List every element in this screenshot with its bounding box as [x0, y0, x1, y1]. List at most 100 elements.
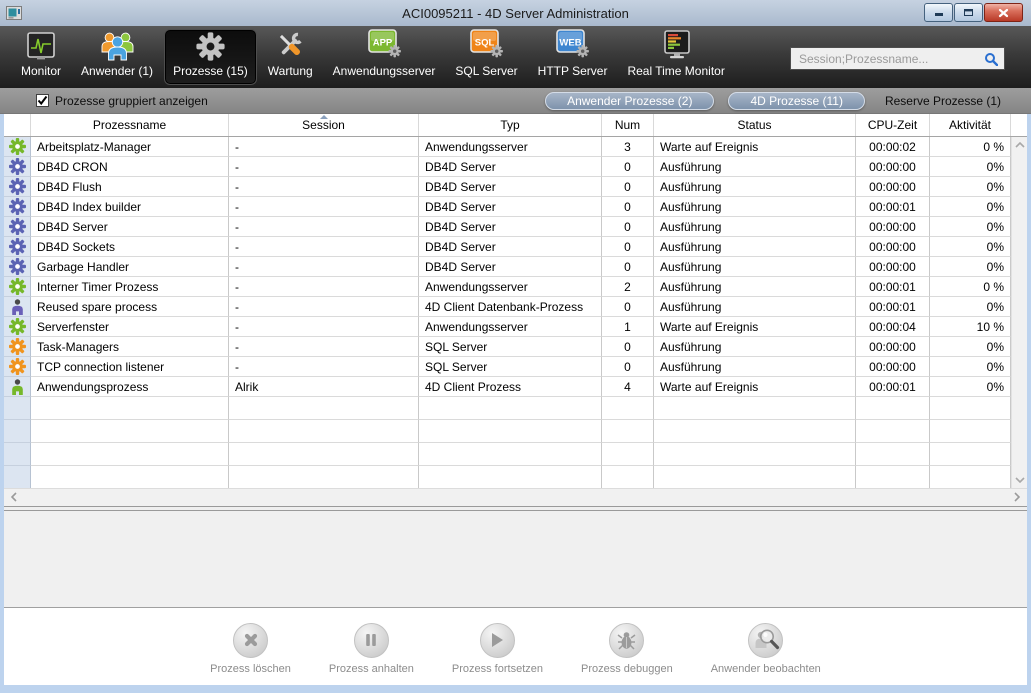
cell-empty [31, 443, 229, 466]
table-row-empty [4, 397, 1011, 420]
delete-process-icon [233, 623, 268, 658]
group-processes-checkbox[interactable]: Prozesse gruppiert anzeigen [36, 94, 208, 108]
debug-process-button[interactable]: Prozess debuggen [581, 623, 673, 675]
cell-activity: 0% [930, 217, 1011, 237]
column-header-activity[interactable]: Aktivität [930, 114, 1011, 136]
cell-activity: 0% [930, 157, 1011, 177]
cell-name: Garbage Handler [31, 257, 229, 277]
toolbar-item-label: Wartung [268, 64, 313, 78]
gear-orange-icon [9, 338, 26, 355]
table-row[interactable]: AnwendungsprozessAlrik4D Client Prozess4… [4, 377, 1011, 397]
close-button[interactable] [984, 3, 1023, 22]
process-filter-buttons: Anwender Prozesse (2)4D Prozesse (11) Re… [545, 92, 1001, 110]
table-row[interactable]: Task-Managers-SQL Server0Ausführung00:00… [4, 337, 1011, 357]
scroll-down-icon[interactable] [1015, 477, 1025, 483]
cell-cpu: 00:00:04 [856, 317, 930, 337]
search-icon[interactable] [984, 52, 998, 66]
horizontal-scrollbar[interactable] [4, 488, 1027, 506]
table-row[interactable]: DB4D Index builder-DB4D Server0Ausführun… [4, 197, 1011, 217]
window-border-right [1027, 114, 1031, 693]
cell-num: 0 [602, 157, 654, 177]
cell-type: SQL Server [419, 337, 602, 357]
gear-orange-icon [9, 358, 26, 375]
cell-activity: 0% [930, 377, 1011, 397]
pause-process-button[interactable]: Prozess anhalten [329, 623, 414, 675]
toolbar-item-wartung[interactable]: Wartung [259, 29, 322, 85]
cell-cpu: 00:00:00 [856, 157, 930, 177]
delete-process-button[interactable]: Prozess löschen [210, 623, 291, 675]
toolbar-item-anwender[interactable]: Anwender (1) [72, 29, 162, 85]
table-row[interactable]: DB4D CRON-DB4D Server0Ausführung00:00:00… [4, 157, 1011, 177]
table-row[interactable]: Garbage Handler-DB4D Server0Ausführung00… [4, 257, 1011, 277]
cell-icon [4, 177, 31, 197]
table-row[interactable]: Serverfenster-Anwendungsserver1Warte auf… [4, 317, 1011, 337]
window-controls [924, 3, 1023, 22]
cell-empty [229, 443, 419, 466]
table-row[interactable]: DB4D Sockets-DB4D Server0Ausführung00:00… [4, 237, 1011, 257]
cell-num: 0 [602, 257, 654, 277]
cell-type: SQL Server [419, 357, 602, 377]
table-row[interactable]: DB4D Server-DB4D Server0Ausführung00:00:… [4, 217, 1011, 237]
action-label: Prozess anhalten [329, 663, 414, 675]
column-header-session[interactable]: Session [229, 114, 419, 136]
scroll-right-icon[interactable] [1014, 492, 1020, 502]
cell-icon [4, 157, 31, 177]
cell-name: DB4D Sockets [31, 237, 229, 257]
cell-empty [229, 466, 419, 488]
toolbar-item-http-server[interactable]: WEBHTTP Server [529, 29, 617, 85]
group-processes-label: Prozesse gruppiert anzeigen [55, 94, 208, 108]
column-header-num[interactable]: Num [602, 114, 654, 136]
cell-empty [419, 466, 602, 488]
column-header-name[interactable]: Prozessname [31, 114, 229, 136]
toolbar-item-anwendungsserver[interactable]: APPAnwendungsserver [324, 29, 445, 85]
toolbar-item-real-time-monitor[interactable]: Real Time Monitor [618, 29, 733, 85]
toolbar-item-prozesse[interactable]: Prozesse (15) [164, 29, 257, 85]
watch-process-button[interactable]: Anwender beobachten [711, 623, 821, 675]
table-row[interactable]: Arbeitsplatz-Manager-Anwendungsserver3Wa… [4, 137, 1011, 157]
cell-empty [602, 466, 654, 488]
column-header-cpu[interactable]: CPU-Zeit [856, 114, 930, 136]
filter-button-anwender-prozesse[interactable]: Anwender Prozesse (2) [545, 92, 714, 110]
action-label: Prozess fortsetzen [452, 663, 543, 675]
cell-icon [4, 420, 31, 443]
cell-type: Anwendungsserver [419, 317, 602, 337]
maximize-button[interactable] [954, 3, 983, 22]
table-row[interactable]: TCP connection listener-SQL Server0Ausfü… [4, 357, 1011, 377]
cell-status: Warte auf Ereignis [654, 317, 856, 337]
resume-process-button[interactable]: Prozess fortsetzen [452, 623, 543, 675]
column-header-status[interactable]: Status [654, 114, 856, 136]
cell-num: 0 [602, 217, 654, 237]
cell-type: DB4D Server [419, 237, 602, 257]
cell-empty [654, 466, 856, 488]
table-row[interactable]: DB4D Flush-DB4D Server0Ausführung00:00:0… [4, 177, 1011, 197]
scroll-up-icon[interactable] [1015, 142, 1025, 148]
filter-button-4d-prozesse[interactable]: 4D Prozesse (11) [728, 92, 864, 110]
cell-type: Anwendungsserver [419, 277, 602, 297]
table-row[interactable]: Interner Timer Prozess-Anwendungsserver2… [4, 277, 1011, 297]
vertical-scrollbar[interactable] [1011, 137, 1027, 488]
app-server-icon: APP [366, 28, 403, 62]
cell-session: - [229, 277, 419, 297]
cell-empty [654, 443, 856, 466]
cell-name: DB4D Index builder [31, 197, 229, 217]
cell-status: Ausführung [654, 257, 856, 277]
toolbar-item-monitor[interactable]: Monitor [12, 29, 70, 85]
cell-type: DB4D Server [419, 217, 602, 237]
close-icon [998, 8, 1009, 18]
column-header-type[interactable]: Typ [419, 114, 602, 136]
cell-icon [4, 237, 31, 257]
titlebar[interactable]: ACI0095211 - 4D Server Administration [0, 0, 1031, 26]
cell-session: - [229, 217, 419, 237]
table-row[interactable]: Reused spare process-4D Client Datenbank… [4, 297, 1011, 317]
detail-pane [4, 511, 1027, 608]
cell-status: Warte auf Ereignis [654, 377, 856, 397]
watch-user-icon [748, 623, 783, 658]
toolbar-item-sql-server[interactable]: SQLSQL Server [446, 29, 526, 85]
search-input[interactable] [791, 52, 984, 66]
scroll-left-icon[interactable] [11, 492, 17, 502]
cell-cpu: 00:00:01 [856, 197, 930, 217]
cell-empty [31, 420, 229, 443]
user-purple-icon [11, 299, 24, 315]
minimize-button[interactable] [924, 3, 953, 22]
cell-name: TCP connection listener [31, 357, 229, 377]
